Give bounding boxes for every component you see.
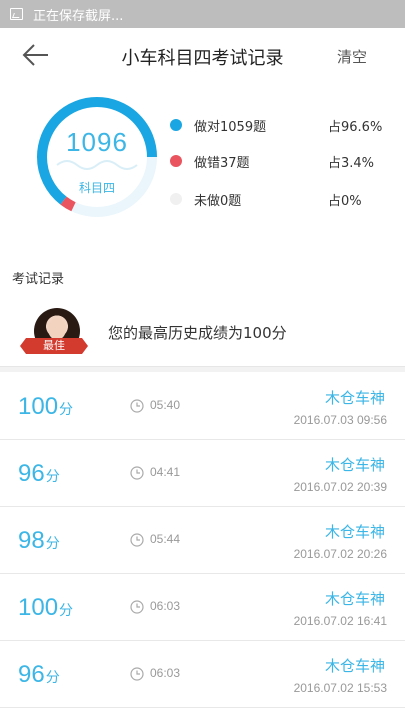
back-arrow-icon[interactable] (22, 42, 50, 68)
clock-icon (130, 600, 144, 614)
clock-icon (130, 533, 144, 547)
record-row[interactable]: 100分 06:03 木仓车神 2016.07.02 16:41 (0, 574, 405, 641)
record-row[interactable]: 100分 05:40 木仓车神 2016.07.03 09:56 (0, 373, 405, 440)
subject-label: 科目四 (78, 181, 115, 195)
record-datetime: 2016.07.02 16:41 (293, 614, 387, 628)
header: 小车科目四考试记录 清空 (0, 28, 405, 82)
record-score: 96分 (18, 460, 60, 487)
record-score: 100分 (18, 393, 74, 420)
record-duration: 06:03 (150, 599, 181, 613)
record-duration: 06:03 (150, 666, 181, 680)
clock-icon (130, 399, 144, 413)
record-duration: 05:44 (150, 532, 181, 546)
record-score: 100分 (18, 594, 74, 621)
correct-dot-icon (170, 119, 182, 131)
records-section-title: 考试记录 (12, 272, 65, 287)
legend-correct: 做对1059题 占96.6% (170, 115, 390, 135)
record-datetime: 2016.07.02 20:39 (293, 480, 387, 494)
record-score: 96分 (18, 661, 60, 688)
record-name: 木仓车神 (324, 657, 385, 675)
total-count: 1096 (66, 127, 128, 157)
record-row[interactable]: 98分 05:44 木仓车神 2016.07.02 20:26 (0, 507, 405, 574)
best-badge: 最佳 (20, 338, 88, 354)
section-divider (0, 366, 405, 372)
clock-icon (130, 466, 144, 480)
legend-percent: 占0% (328, 194, 362, 209)
record-row[interactable]: 96分 06:03 木仓车神 2016.07.02 15:53 (0, 641, 405, 708)
record-datetime: 2016.07.02 15:53 (293, 681, 387, 695)
wrong-dot-icon (170, 155, 182, 167)
undone-dot-icon (170, 193, 182, 205)
legend-undone: 未做0题 占0% (170, 189, 390, 209)
record-datetime: 2016.07.03 09:56 (293, 413, 387, 427)
legend-percent: 占3.4% (328, 156, 375, 171)
record-name: 木仓车神 (324, 456, 385, 474)
legend-label: 未做0题 (194, 194, 242, 209)
legend-label: 做错37题 (194, 156, 250, 171)
clear-button[interactable]: 清空 (337, 46, 367, 67)
record-duration: 05:40 (150, 398, 181, 412)
legend-label: 做对1059题 (194, 120, 267, 135)
best-score-text: 您的最高历史成绩为100分 (108, 324, 287, 342)
record-name: 木仓车神 (324, 523, 385, 541)
ring-wave (56, 160, 138, 170)
record-score: 98分 (18, 527, 60, 554)
record-row[interactable]: 96分 04:41 木仓车神 2016.07.02 20:39 (0, 440, 405, 507)
status-text: 正在保存截屏... (33, 8, 124, 24)
screenshot-icon (10, 8, 23, 20)
legend-wrong: 做错37题 占3.4% (170, 151, 390, 171)
record-name: 木仓车神 (324, 590, 385, 608)
legend-percent: 占96.6% (328, 120, 383, 135)
clock-icon (130, 667, 144, 681)
status-bar: 正在保存截屏... (0, 0, 405, 28)
record-duration: 04:41 (150, 465, 181, 479)
summary-panel: 1096 科目四 做对1059题 占96.6% 做错37题 占3.4% 未做0题… (0, 95, 405, 225)
record-name: 木仓车神 (324, 389, 385, 407)
record-datetime: 2016.07.02 20:26 (293, 547, 387, 561)
best-score-row: 最佳 您的最高历史成绩为100分 (0, 300, 405, 366)
